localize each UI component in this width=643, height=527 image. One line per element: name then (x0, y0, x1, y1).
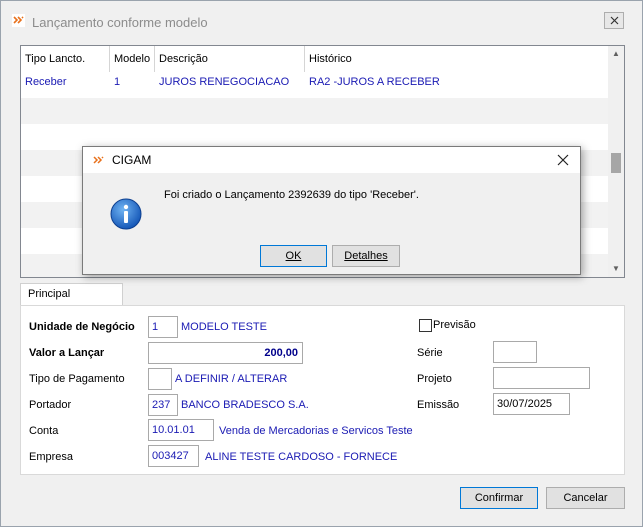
empresa-desc: ALINE TESTE CARDOSO - FORNECE (205, 451, 398, 463)
title-bar: Lançamento conforme modelo (1, 1, 642, 33)
scroll-up-icon[interactable]: ▲ (611, 49, 621, 59)
serie-field[interactable] (493, 341, 537, 363)
close-icon (610, 16, 618, 25)
valor-field[interactable]: 200,00 (148, 342, 303, 364)
cigam-logo-icon (93, 156, 104, 164)
serie-label: Série (417, 347, 443, 359)
main-window: Lançamento conforme modelo Tipo Lancto. … (0, 0, 643, 527)
previsao-checkbox[interactable] (419, 319, 432, 332)
grid-header: Tipo Lancto. Modelo Descrição Histórico (21, 46, 611, 72)
tab-principal[interactable]: Principal (Receber) (20, 283, 123, 321)
cell-historico: RA2 -JUROS A RECEBER (309, 76, 440, 88)
portador-label: Portador (29, 399, 72, 411)
info-icon (110, 198, 142, 230)
emissao-label: Emissão (417, 399, 460, 411)
scroll-down-icon[interactable]: ▼ (611, 264, 621, 274)
window-close-button[interactable] (604, 12, 624, 29)
dialog-title: CIGAM (112, 153, 152, 167)
tipo-pagamento-code-field[interactable] (148, 368, 172, 390)
unidade-desc: MODELO TESTE (181, 321, 267, 333)
detalhes-button-label: Detalhes (344, 250, 388, 262)
projeto-field[interactable] (493, 367, 590, 389)
ok-button[interactable]: OK (260, 245, 327, 267)
unidade-code-field[interactable]: 1 (148, 316, 178, 338)
dialog-body: Foi criado o Lançamento 2392639 do tipo … (83, 173, 580, 274)
conta-label: Conta (29, 425, 59, 437)
column-header-modelo[interactable]: Modelo (110, 46, 155, 72)
grid-vertical-scrollbar[interactable]: ▲ ▼ (608, 46, 624, 277)
tab-panel-principal: Unidade de Negócio 1 MODELO TESTE Valor … (20, 305, 625, 475)
tipo-pagamento-label: Tipo de Pagamento (29, 373, 125, 385)
empresa-code-field[interactable]: 003427 (148, 445, 199, 467)
ok-button-label: OK (285, 250, 302, 262)
portador-code-field[interactable]: 237 (148, 394, 178, 416)
dialog-message: Foi criado o Lançamento 2392639 do tipo … (164, 189, 419, 201)
detalhes-button[interactable]: Detalhes (332, 245, 400, 267)
empresa-label: Empresa (29, 451, 74, 463)
cancelar-button[interactable]: Cancelar (546, 487, 625, 509)
empty-row (21, 98, 609, 124)
dialog-close-icon[interactable] (555, 152, 571, 168)
column-header-historico[interactable]: Histórico (305, 46, 609, 72)
column-header-tipo[interactable]: Tipo Lancto. (21, 46, 110, 72)
cigam-message-dialog: CIGAM Foi criado o Lançamento 2392639 do… (82, 146, 581, 275)
scroll-thumb[interactable] (611, 153, 621, 173)
unidade-label: Unidade de Negócio (29, 321, 135, 333)
conta-code-field[interactable]: 10.01.01 (148, 419, 214, 441)
valor-label: Valor a Lançar (29, 347, 105, 359)
portador-desc: BANCO BRADESCO S.A. (181, 399, 309, 411)
confirmar-button[interactable]: Confirmar (460, 487, 538, 509)
emissao-field[interactable]: 30/07/2025 (493, 393, 570, 415)
projeto-label: Projeto (417, 373, 452, 385)
column-header-descricao[interactable]: Descrição (155, 46, 305, 72)
previsao-label: Previsão (433, 319, 476, 331)
conta-desc: Venda de Mercadorias e Servicos Teste (219, 425, 413, 437)
tipo-pagamento-desc: A DEFINIR / ALTERAR (175, 373, 288, 385)
cell-tipo: Receber (25, 76, 67, 88)
table-row[interactable]: Receber 1 JUROS RENEGOCIACAO RA2 -JUROS … (21, 72, 609, 98)
dialog-title-bar: CIGAM (83, 147, 580, 173)
window-title: Lançamento conforme modelo (32, 15, 208, 30)
cell-descricao: JUROS RENEGOCIACAO (159, 76, 290, 88)
cell-modelo: 1 (114, 76, 121, 88)
cigam-logo-icon (12, 14, 25, 27)
